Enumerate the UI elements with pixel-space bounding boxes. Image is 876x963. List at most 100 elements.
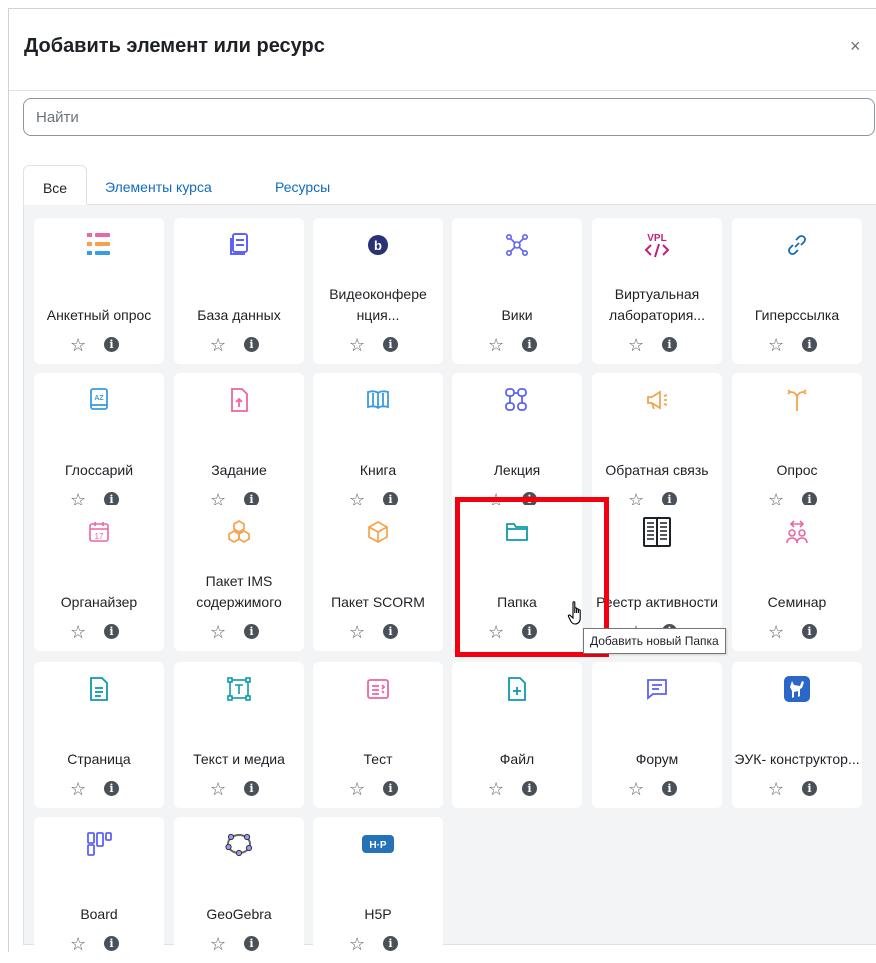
file-icon [452, 674, 582, 704]
module-card[interactable]: Board ☆ i [34, 817, 164, 963]
info-icon[interactable]: i [104, 624, 119, 639]
module-card[interactable]: Пакет IMS содержимого ☆ i [174, 505, 304, 651]
star-outline-icon[interactable]: ☆ [768, 336, 784, 354]
module-actions: ☆i [313, 935, 443, 953]
module-name: Вики [501, 307, 533, 323]
scorm-icon [313, 517, 443, 547]
info-icon[interactable]: i [802, 337, 817, 352]
module-name: Страница [67, 751, 131, 767]
forum-icon [592, 674, 722, 704]
star-outline-icon[interactable]: ☆ [628, 336, 644, 354]
star-outline-icon[interactable]: ☆ [210, 336, 226, 354]
star-outline-icon[interactable]: ☆ [70, 336, 86, 354]
module-name: Пакет IMS содержимого [196, 573, 282, 610]
module-name: Обратная связь [605, 462, 709, 478]
star-outline-icon[interactable]: ☆ [70, 780, 86, 798]
module-card[interactable]: Книга ☆ i [313, 373, 443, 519]
info-icon[interactable]: i [522, 337, 537, 352]
module-actions: ☆i [34, 336, 164, 354]
tab-resources[interactable]: Ресурсы [275, 165, 330, 205]
info-icon[interactable]: i [662, 781, 677, 796]
board-icon [34, 829, 164, 859]
star-outline-icon[interactable]: ☆ [349, 623, 365, 641]
info-icon[interactable]: i [802, 781, 817, 796]
tooltip: Добавить новый Папка [583, 628, 726, 654]
info-icon[interactable]: i [104, 337, 119, 352]
module-name: Виртуальная лаборатория... [609, 286, 705, 323]
info-icon[interactable]: i [244, 624, 259, 639]
module-card[interactable]: VPL Виртуальная лаборатория... ☆ i [592, 218, 722, 364]
module-name: H5P [364, 906, 392, 922]
search-input[interactable] [23, 98, 875, 136]
module-card[interactable]: Задание ☆ i [174, 373, 304, 519]
module-actions: ☆i [34, 623, 164, 641]
module-actions: ☆i [452, 336, 582, 354]
module-card[interactable]: H·P H5P ☆ i [313, 817, 443, 963]
info-icon[interactable]: i [383, 781, 398, 796]
module-card[interactable]: AZ Глоссарий ☆ i [34, 373, 164, 519]
star-outline-icon[interactable]: ☆ [70, 935, 86, 953]
star-outline-icon[interactable]: ☆ [768, 623, 784, 641]
module-card[interactable]: Страница ☆ i [34, 662, 164, 808]
star-outline-icon[interactable]: ☆ [349, 780, 365, 798]
module-card[interactable]: Обратная связь ☆ i [592, 373, 722, 519]
svg-text:b: b [374, 238, 382, 253]
quiz-icon [313, 674, 443, 704]
survey-icon [34, 230, 164, 260]
info-icon[interactable]: i [244, 936, 259, 951]
tab-activities[interactable]: Элементы курса [105, 165, 212, 205]
choice-icon [732, 385, 862, 415]
module-name: Лекция [493, 462, 541, 478]
module-card[interactable]: База данных ☆ i [174, 218, 304, 364]
info-icon[interactable]: i [802, 624, 817, 639]
info-icon[interactable]: i [244, 781, 259, 796]
module-card[interactable]: Гиперссылка ☆ i [732, 218, 862, 364]
star-outline-icon[interactable]: ☆ [768, 780, 784, 798]
module-actions: ☆i [174, 780, 304, 798]
info-icon[interactable]: i [104, 781, 119, 796]
module-card[interactable]: GeoGebra ☆ i [174, 817, 304, 963]
module-card[interactable]: Семинар ☆ i [732, 505, 862, 651]
module-name: Опрос [776, 462, 818, 478]
info-icon[interactable]: i [244, 337, 259, 352]
module-actions: ☆i [592, 336, 722, 354]
info-icon[interactable]: i [522, 781, 537, 796]
star-outline-icon[interactable]: ☆ [488, 336, 504, 354]
euk-builder-icon [732, 674, 862, 704]
module-card[interactable]: Анкетный опрос ☆ i [34, 218, 164, 364]
module-card[interactable]: Файл ☆ i [452, 662, 582, 808]
module-card[interactable]: Пакет SCORM ☆ i [313, 505, 443, 651]
close-icon[interactable]: × [850, 37, 861, 55]
star-outline-icon[interactable]: ☆ [349, 336, 365, 354]
module-card[interactable]: Текст и медиа ☆ i [174, 662, 304, 808]
info-icon[interactable]: i [383, 624, 398, 639]
module-card[interactable]: Форум ☆ i [592, 662, 722, 808]
bigbluebutton-icon: b [313, 230, 443, 260]
info-icon[interactable]: i [383, 936, 398, 951]
module-card[interactable]: Вики ☆ i [452, 218, 582, 364]
tab-bar: Все Элементы курса Ресурсы [23, 165, 876, 205]
wiki-icon [452, 230, 582, 260]
star-outline-icon[interactable]: ☆ [349, 935, 365, 953]
star-outline-icon[interactable]: ☆ [210, 623, 226, 641]
workshop-icon [732, 517, 862, 547]
star-outline-icon[interactable]: ☆ [628, 780, 644, 798]
module-name: Реестр активности [596, 594, 718, 610]
module-name: Файл [499, 751, 535, 767]
star-outline-icon[interactable]: ☆ [210, 935, 226, 953]
module-name: Органайзер [60, 594, 138, 610]
info-icon[interactable]: i [383, 337, 398, 352]
star-outline-icon[interactable]: ☆ [210, 780, 226, 798]
module-card[interactable]: b Видеоконфере нция... ☆ i [313, 218, 443, 364]
module-card[interactable]: Опрос ☆ i [732, 373, 862, 519]
tab-all[interactable]: Все [23, 165, 87, 205]
module-card[interactable]: 17 Органайзер ☆ i [34, 505, 164, 651]
info-icon[interactable]: i [662, 337, 677, 352]
module-name: Board [80, 906, 118, 922]
add-activity-modal: Добавить элемент или ресурс × Все Элемен… [8, 8, 876, 963]
star-outline-icon[interactable]: ☆ [70, 623, 86, 641]
module-card[interactable]: ЭУК- конструктор... ☆ i [732, 662, 862, 808]
module-card[interactable]: Тест ☆ i [313, 662, 443, 808]
star-outline-icon[interactable]: ☆ [488, 780, 504, 798]
info-icon[interactable]: i [104, 936, 119, 951]
